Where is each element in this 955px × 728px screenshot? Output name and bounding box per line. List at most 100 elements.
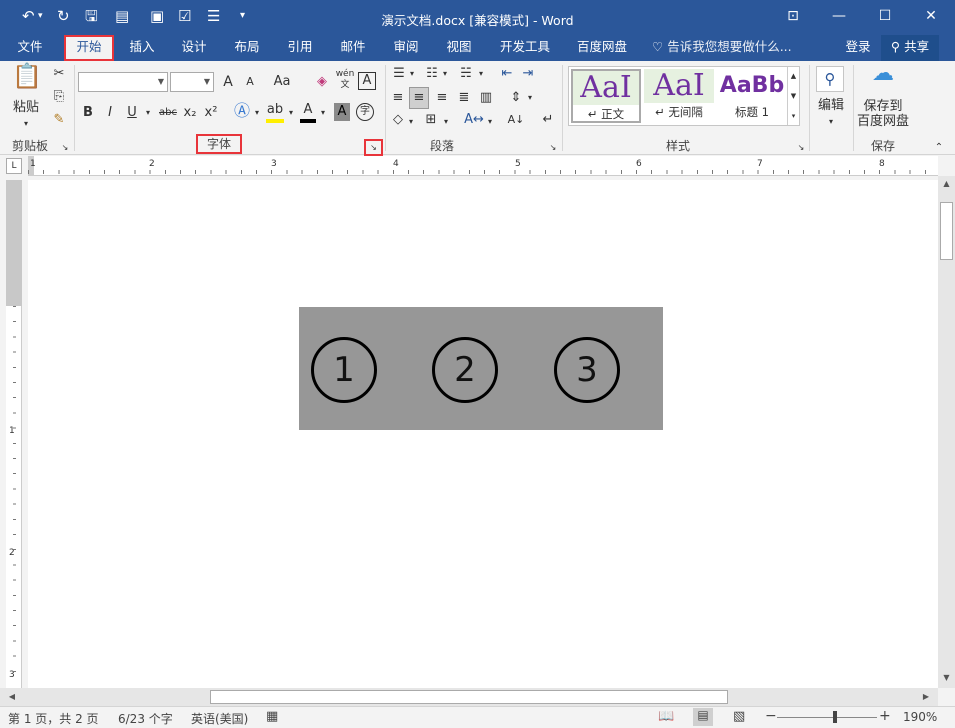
numbering-dropdown-icon[interactable]: ▾ (441, 65, 449, 83)
align-left-icon[interactable]: ≡ (389, 89, 407, 107)
font-dialog-launcher-icon[interactable]: ↘ (364, 139, 383, 156)
asian-layout-dropdown-icon[interactable]: ▾ (486, 113, 494, 131)
login-link[interactable]: 登录 (838, 35, 878, 61)
tab-developer[interactable]: 开发工具 (494, 35, 556, 61)
zoom-in-icon[interactable]: + (879, 708, 891, 724)
style-heading-1[interactable]: AaBb 标题 1 (717, 69, 787, 123)
baidu-cloud-icon[interactable]: ☁ (866, 63, 900, 85)
paste-icon[interactable]: 📋 (12, 64, 42, 97)
bullets-icon[interactable]: ☰ (390, 65, 408, 83)
change-case-icon[interactable]: Aa (268, 73, 296, 91)
horizontal-scrollbar[interactable]: ◀ ▶ (0, 688, 938, 706)
maximize-icon[interactable]: ☐ (862, 0, 908, 32)
shading-icon[interactable]: ◇ (389, 111, 407, 129)
tab-file[interactable]: 文件 (8, 35, 52, 61)
subscript-button[interactable]: x₂ (181, 104, 199, 122)
shrink-font-icon[interactable]: A (242, 73, 258, 91)
strikethrough-button[interactable]: abc (156, 104, 180, 122)
char-shading-icon[interactable]: A (334, 103, 350, 121)
tab-references[interactable]: 引用 (278, 35, 322, 61)
show-marks-icon[interactable]: ↵ (540, 111, 556, 129)
tab-insert[interactable]: 插入 (120, 35, 164, 61)
horizontal-scroll-thumb[interactable] (210, 690, 728, 704)
text-effects-icon[interactable]: Ⓐ (233, 102, 251, 120)
paste-dropdown-icon[interactable]: ▾ (20, 115, 32, 133)
word-count[interactable]: 6/23 个字 (118, 710, 173, 727)
bold-button[interactable]: B (80, 104, 96, 122)
gray-picture[interactable]: 1 2 3 (299, 307, 663, 430)
page-count[interactable]: 第 1 页，共 2 页 (8, 710, 99, 727)
enclosed-char-icon[interactable]: 字 (356, 103, 374, 121)
web-layout-icon[interactable]: ▧ (733, 709, 745, 724)
underline-dropdown-icon[interactable]: ▾ (143, 104, 153, 122)
tab-home[interactable]: 开始 (64, 35, 114, 61)
ribbon-display-icon[interactable]: ⊡ (770, 0, 816, 32)
styles-scroll-up-icon[interactable]: ▲ (787, 67, 799, 87)
scroll-down-icon[interactable]: ▼ (938, 670, 955, 686)
language-status[interactable]: 英语(美国) (191, 710, 248, 727)
minimize-icon[interactable]: — (816, 0, 862, 32)
read-mode-icon[interactable]: 📖 (658, 709, 674, 724)
char-border-icon[interactable]: A (358, 72, 376, 90)
find-icon[interactable]: ⚲ (816, 66, 844, 92)
multilevel-dropdown-icon[interactable]: ▾ (477, 65, 485, 83)
tab-layout[interactable]: 布局 (225, 35, 269, 61)
highlight-icon[interactable]: ab (266, 101, 284, 123)
styles-launcher-icon[interactable]: ↘ (796, 139, 806, 157)
decrease-indent-icon[interactable]: ⇤ (498, 65, 516, 83)
numbering-icon[interactable]: ☷ (423, 65, 441, 83)
tab-selector[interactable]: L (6, 158, 22, 174)
scroll-left-icon[interactable]: ◀ (4, 689, 20, 705)
style-no-spacing[interactable]: AaI ↵ 无间隔 (644, 69, 714, 123)
vertical-scrollbar[interactable]: ▲ ▼ (938, 176, 955, 688)
clipboard-launcher-icon[interactable]: ↘ (60, 139, 70, 157)
collapse-ribbon-icon[interactable]: ⌃ (932, 139, 946, 157)
sort-icon[interactable]: A↓ (507, 111, 525, 129)
styles-more-icon[interactable]: ▾ (787, 107, 799, 125)
highlight-dropdown-icon[interactable]: ▾ (286, 104, 296, 122)
zoom-slider-track[interactable] (777, 717, 877, 718)
asian-layout-icon[interactable]: A↔ (464, 111, 484, 129)
style-normal[interactable]: AaI ↵ 正文 (571, 69, 641, 123)
zoom-slider-thumb[interactable] (833, 711, 837, 723)
distributed-icon[interactable]: ▥ (477, 89, 495, 107)
grow-font-icon[interactable]: A (220, 73, 236, 91)
bullets-dropdown-icon[interactable]: ▾ (408, 65, 416, 83)
underline-button[interactable]: U (124, 104, 140, 122)
borders-icon[interactable]: ⊞ (422, 111, 440, 129)
tab-design[interactable]: 设计 (172, 35, 216, 61)
copy-icon[interactable]: ⎘ (50, 88, 68, 106)
align-right-icon[interactable]: ≡ (433, 89, 451, 107)
tab-view[interactable]: 视图 (437, 35, 481, 61)
print-layout-icon[interactable]: ▤ (693, 708, 713, 726)
document-page[interactable] (28, 180, 938, 688)
zoom-out-icon[interactable]: − (765, 708, 777, 724)
font-name-combo[interactable]: ▼ (78, 72, 168, 92)
tab-mailings[interactable]: 邮件 (331, 35, 375, 61)
vertical-scroll-thumb[interactable] (940, 202, 953, 260)
superscript-button[interactable]: x² (202, 104, 220, 122)
cut-icon[interactable]: ✂ (50, 65, 68, 83)
align-center-icon[interactable]: ≡ (409, 87, 429, 109)
font-color-icon[interactable]: A (300, 101, 316, 123)
clear-format-icon[interactable]: ◈ (313, 73, 331, 91)
phonetic-guide-icon[interactable]: wén 文 (335, 69, 355, 91)
save-to-baidu-button[interactable]: 保存到 百度网盘 (856, 99, 910, 129)
share-button[interactable]: ⚲ 共享 (881, 35, 939, 61)
line-spacing-icon[interactable]: ⇕ (507, 89, 525, 107)
tell-me-box[interactable]: ♡ 告诉我您想要做什么... (652, 35, 802, 61)
format-painter-icon[interactable]: ✎ (50, 111, 68, 129)
scroll-up-icon[interactable]: ▲ (938, 176, 955, 192)
editing-dropdown-icon[interactable]: ▾ (826, 113, 836, 131)
line-spacing-dropdown-icon[interactable]: ▾ (526, 89, 534, 107)
zoom-level[interactable]: 190% (903, 710, 937, 724)
font-size-combo[interactable]: ▼ (170, 72, 214, 92)
paragraph-launcher-icon[interactable]: ↘ (548, 139, 558, 157)
scroll-right-icon[interactable]: ▶ (918, 689, 934, 705)
multilevel-list-icon[interactable]: ☵ (457, 65, 475, 83)
italic-button[interactable]: I (102, 104, 118, 122)
horizontal-ruler[interactable]: 1 2 3 4 5 6 7 8 (28, 156, 938, 176)
close-icon[interactable]: ✕ (908, 0, 954, 32)
justify-icon[interactable]: ≣ (455, 89, 473, 107)
increase-indent-icon[interactable]: ⇥ (519, 65, 537, 83)
